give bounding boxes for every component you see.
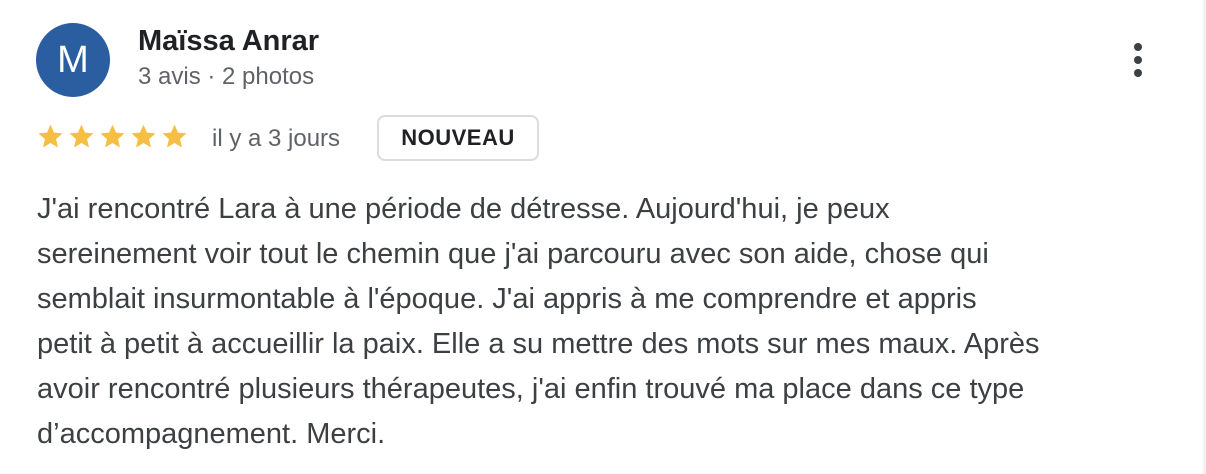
new-badge: NOUVEAU (377, 115, 539, 161)
star-icon (38, 124, 63, 148)
review-text-line: d’accompagnement. Merci. (37, 418, 386, 450)
more-vert-icon (1134, 43, 1142, 51)
star-icon (69, 124, 94, 148)
more-vert-icon-dot (1134, 56, 1142, 64)
review-text: J'ai rencontré Lara à une période de dét… (37, 187, 1147, 457)
avatar[interactable]: M (36, 23, 110, 97)
reviewer-name[interactable]: Maïssa Anrar (138, 25, 319, 58)
star-rating (36, 122, 189, 151)
more-options-button[interactable] (1118, 36, 1158, 84)
reviewer-meta: 3 avis · 2 photos (138, 63, 315, 90)
star-icon (100, 124, 125, 148)
review-text-line: sereinement voir tout le chemin que j'ai… (37, 238, 989, 270)
review-date: il y a 3 jours (212, 125, 341, 152)
review-text-line: petit à petit à accueillir la paix. Elle… (37, 328, 1040, 360)
review-card: M Maïssa Anrar 3 avis · 2 photos il y a … (0, 0, 1206, 474)
review-text-line: semblait insurmontable à l'époque. J'ai … (37, 283, 977, 315)
star-icon (131, 124, 156, 148)
more-vert-icon-dot (1134, 69, 1142, 77)
review-text-line: avoir rencontré plusieurs thérapeutes, j… (37, 373, 1025, 405)
review-text-line: J'ai rencontré Lara à une période de dét… (37, 193, 890, 225)
star-icon (162, 124, 187, 148)
